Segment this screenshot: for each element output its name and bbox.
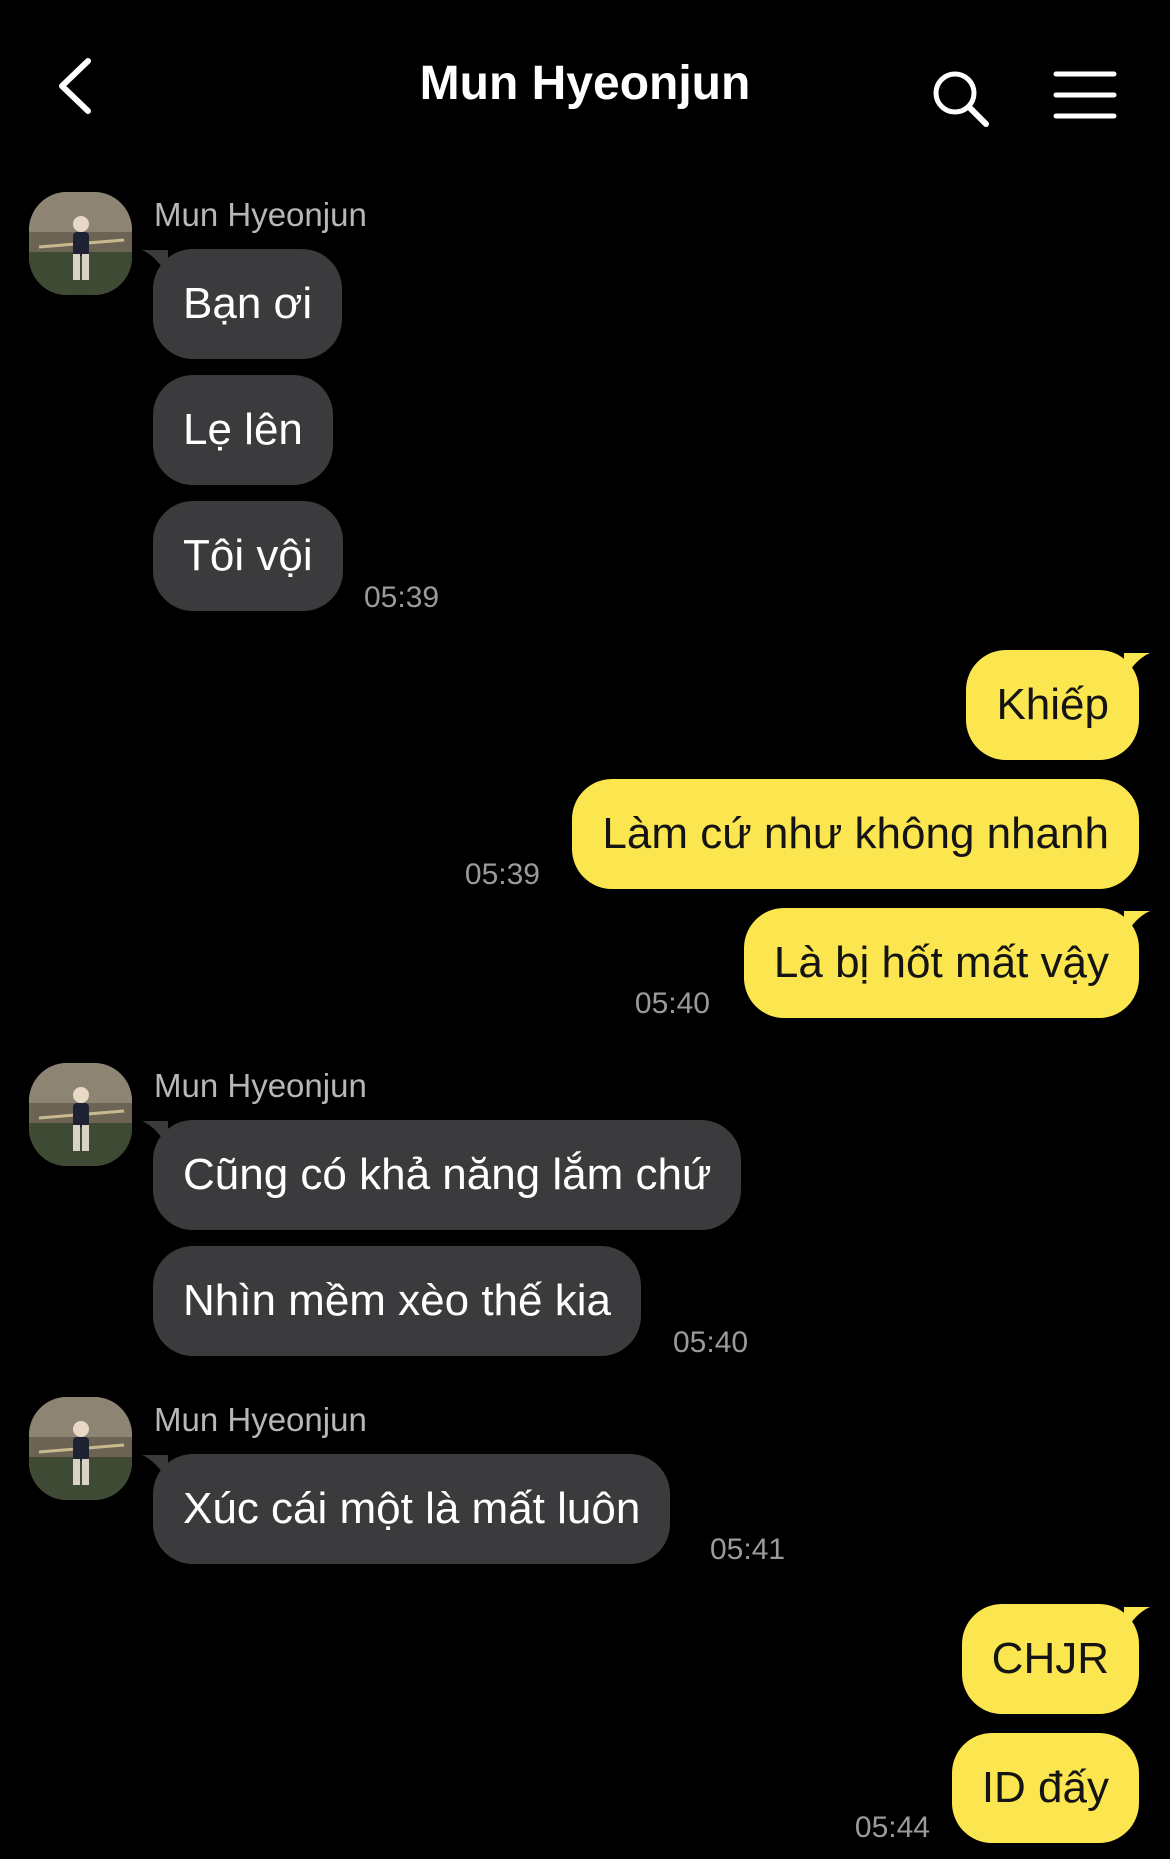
incoming-message[interactable]: Xúc cái một là mất luôn <box>153 1454 671 1564</box>
profile-photo <box>29 192 132 295</box>
message-list[interactable]: Mun Hyeonjun Bạn ơi Lẹ lên Tôi vội 05:39… <box>0 0 1170 1859</box>
outgoing-message[interactable]: Là bị hốt mất vậy <box>743 908 1139 1018</box>
outgoing-message[interactable]: Khiếp <box>966 650 1139 760</box>
outgoing-message[interactable]: CHJR <box>961 1604 1139 1714</box>
message-timestamp: 05:41 <box>710 1533 786 1566</box>
incoming-message[interactable]: Lẹ lên <box>153 375 333 485</box>
sender-name: Mun Hyeonjun <box>154 196 367 233</box>
profile-photo <box>29 1063 132 1166</box>
profile-photo <box>29 1397 132 1500</box>
message-timestamp: 05:39 <box>464 858 540 891</box>
sender-name: Mun Hyeonjun <box>154 1401 367 1438</box>
message-timestamp: 05:40 <box>673 1326 749 1359</box>
message-timestamp: 05:39 <box>364 581 440 614</box>
sender-name: Mun Hyeonjun <box>154 1067 367 1104</box>
message-timestamp: 05:44 <box>854 1811 930 1844</box>
incoming-message[interactable]: Tôi vội <box>153 501 343 611</box>
avatar[interactable] <box>29 1397 132 1500</box>
incoming-message[interactable]: Bạn ơi <box>153 249 343 359</box>
outgoing-message[interactable]: Làm cứ như không nhanh <box>572 779 1139 889</box>
avatar[interactable] <box>29 192 132 295</box>
incoming-message[interactable]: Cũng có khả năng lắm chứ <box>153 1120 742 1230</box>
message-timestamp: 05:40 <box>634 987 710 1020</box>
avatar[interactable] <box>29 1063 132 1166</box>
outgoing-message[interactable]: ID đấy <box>951 1733 1139 1843</box>
incoming-message[interactable]: Nhìn mềm xèo thế kia <box>153 1246 641 1356</box>
